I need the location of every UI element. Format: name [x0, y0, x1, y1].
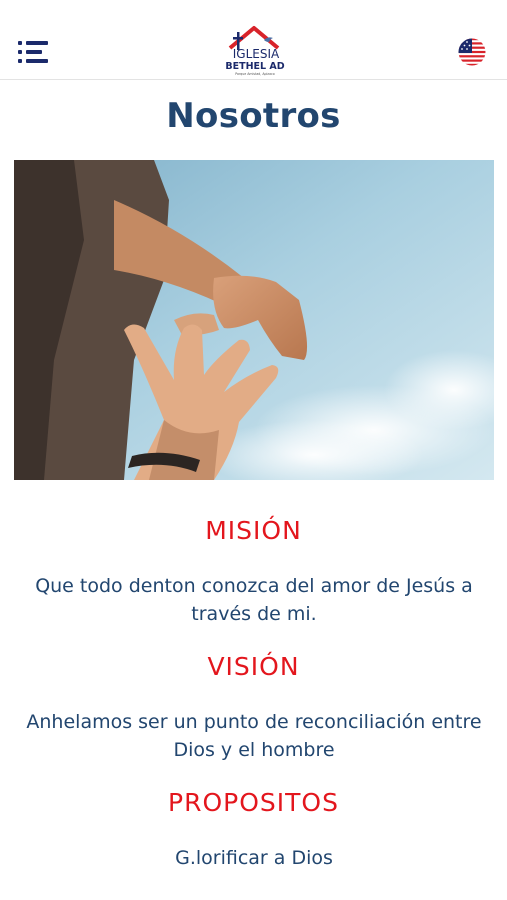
hero-image-reaching-hands	[14, 160, 494, 480]
logo-tagline: Parque Amistad, Apizaco	[235, 72, 275, 76]
mision-text: Que todo denton conozca del amor de Jesú…	[35, 575, 473, 625]
app-header: IGLESIA BETHEL AD Parque Amistad, Apizac…	[0, 0, 507, 80]
page-title: Nosotros	[166, 96, 341, 136]
logo-line1: IGLESIA	[233, 47, 280, 61]
mision-heading: MISIÓN	[205, 516, 302, 545]
logo-line2: BETHEL AD	[225, 61, 284, 72]
menu-icon[interactable]	[18, 41, 48, 63]
us-flag-icon[interactable]	[458, 38, 486, 66]
proposito-item: G.lorificar a Dios	[175, 847, 333, 869]
vision-text: Anhelamos ser un punto de reconciliación…	[26, 711, 482, 761]
vision-heading: VISIÓN	[207, 652, 300, 681]
propositos-heading: PROPOSITOS	[168, 788, 339, 817]
church-logo[interactable]: IGLESIA BETHEL AD Parque Amistad, Apizac…	[224, 22, 286, 78]
